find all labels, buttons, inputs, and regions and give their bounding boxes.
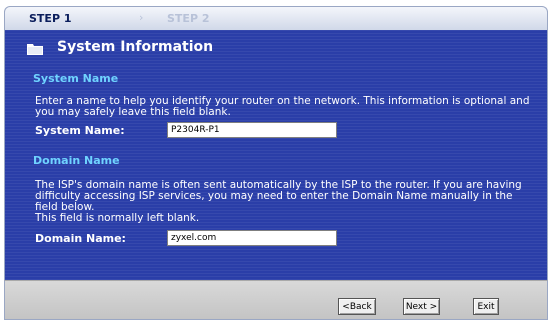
wizard-window: STEP 1 › STEP 2 System Information Syste…: [0, 0, 550, 324]
domain-name-description: The ISP's domain name is often sent auto…: [35, 179, 522, 213]
domain-name-heading: Domain Name: [33, 154, 120, 167]
content-panel: System Information System Name Enter a n…: [4, 30, 548, 280]
back-button[interactable]: <Back: [338, 298, 376, 315]
domain-name-input[interactable]: [167, 230, 337, 246]
domain-name-note: This field is normally left blank.: [35, 212, 200, 224]
system-name-input[interactable]: [167, 122, 337, 138]
system-name-label: System Name:: [35, 124, 125, 137]
page-title: System Information: [57, 39, 214, 55]
step-tabs: STEP 1 › STEP 2: [4, 6, 548, 31]
next-button[interactable]: Next >: [403, 298, 440, 315]
folder-icon: [27, 44, 43, 55]
step-arrow-icon: ›: [139, 11, 144, 24]
system-name-description: Enter a name to help you identify your r…: [35, 95, 530, 118]
button-bar: <Back Next > Exit: [4, 280, 548, 320]
domain-name-label: Domain Name:: [35, 232, 126, 245]
exit-button[interactable]: Exit: [473, 298, 499, 315]
tab-step-2: STEP 2: [167, 12, 210, 25]
system-name-heading: System Name: [33, 72, 119, 85]
tab-step-1[interactable]: STEP 1: [29, 12, 72, 25]
